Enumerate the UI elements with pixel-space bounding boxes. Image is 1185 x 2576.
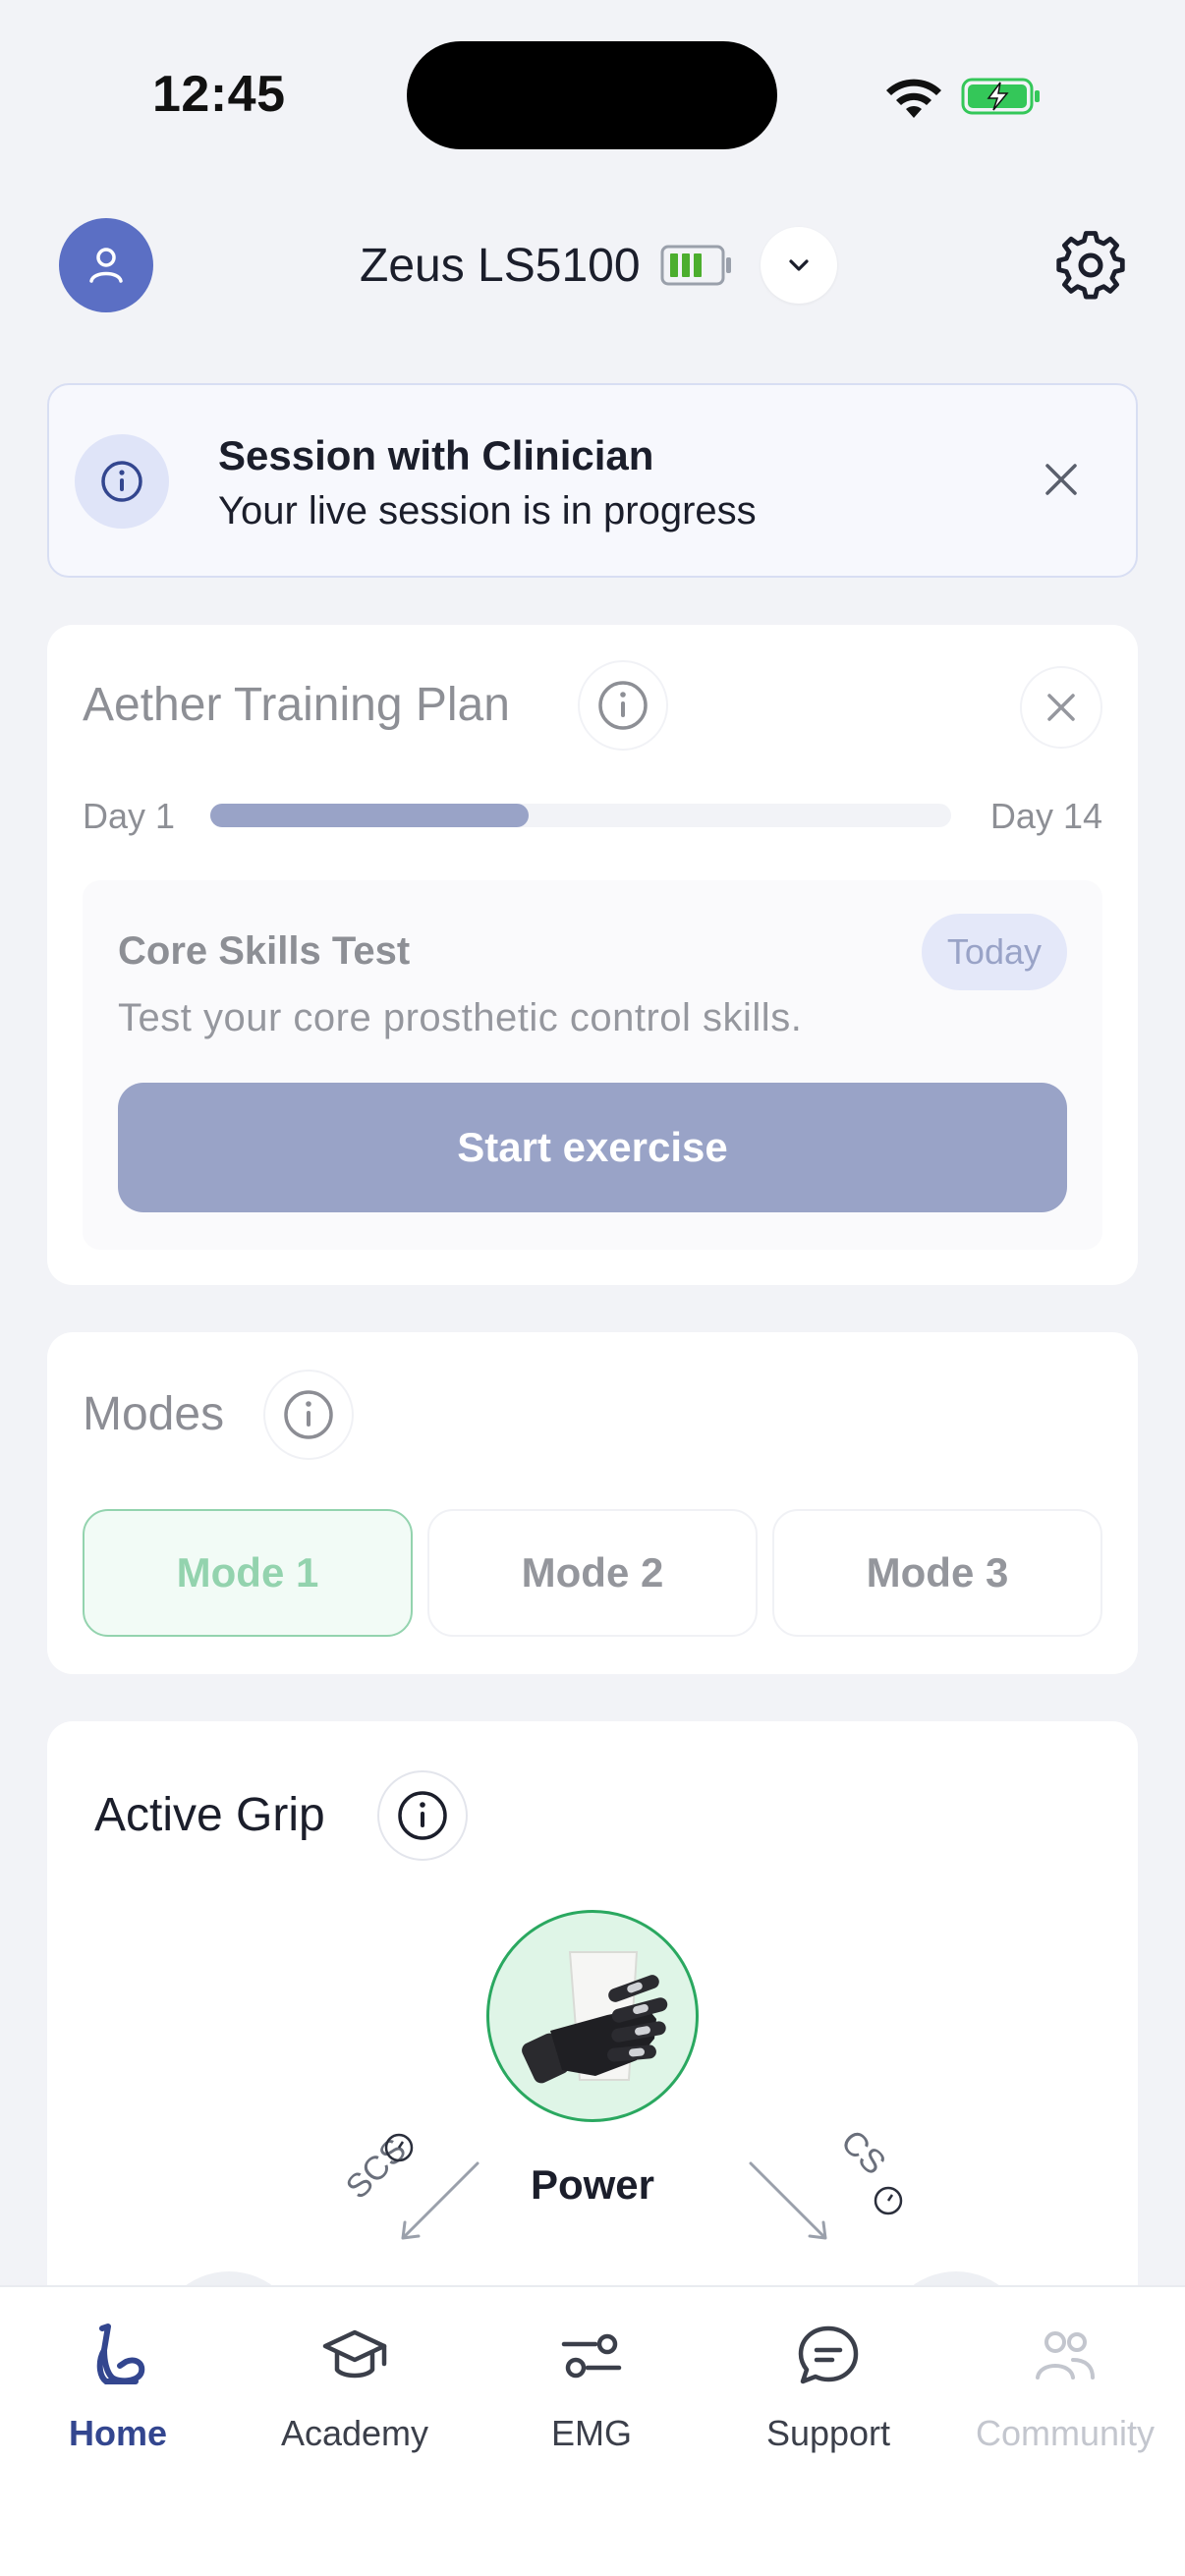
modes-info-button[interactable] — [263, 1370, 354, 1460]
training-plan-close-button[interactable] — [1020, 666, 1102, 749]
training-plan-card: Aether Training Plan Day 1 Day 14 Core S… — [47, 625, 1138, 1285]
exercise-card: Core Skills Test Today Test your core pr… — [83, 880, 1102, 1250]
day-start-label: Day 1 — [83, 796, 176, 836]
tab-home-label: Home — [68, 2413, 168, 2453]
battery-charging-icon — [961, 78, 1040, 115]
info-icon — [398, 1791, 447, 1840]
tab-academy[interactable]: Academy — [237, 2321, 473, 2468]
prosthetic-hand-icon — [522, 1951, 668, 2084]
tab-home[interactable]: Home — [0, 2321, 236, 2468]
graduation-cap-icon — [322, 2329, 387, 2379]
session-banner: Session with Clinician Your live session… — [47, 383, 1138, 578]
tab-emg[interactable]: EMG — [474, 2321, 709, 2468]
banner-subtitle: Your live session is in progress — [218, 489, 757, 532]
training-plan-info-button[interactable] — [578, 660, 668, 751]
device-battery-icon — [660, 245, 731, 286]
sliders-icon — [561, 2333, 622, 2379]
modes-title: Modes — [83, 1388, 225, 1440]
day-end-label: Day 14 — [989, 796, 1102, 836]
exercise-badge: Today — [921, 914, 1067, 990]
start-exercise-button[interactable]: Start exercise — [118, 1083, 1067, 1212]
chevron-down-icon — [788, 259, 809, 271]
training-progress-bar — [210, 804, 951, 827]
info-icon — [284, 1390, 333, 1439]
people-icon — [1036, 2331, 1095, 2380]
exercise-description: Test your core prosthetic control skills… — [118, 996, 803, 1039]
power-grip-image[interactable] — [486, 1910, 699, 2122]
dynamic-island — [407, 41, 777, 149]
user-icon — [89, 248, 123, 283]
active-grip-title: Active Grip — [94, 1789, 325, 1841]
active-grip-info-button[interactable] — [377, 1770, 468, 1861]
banner-close-button[interactable] — [1032, 450, 1091, 509]
banner-title: Session with Clinician — [218, 432, 654, 478]
device-name: Zeus LS5100 — [360, 239, 641, 292]
arm-icon — [96, 2324, 145, 2384]
status-time: 12:45 — [152, 66, 286, 123]
tab-community[interactable]: Community — [947, 2321, 1183, 2468]
device-dropdown-button[interactable] — [760, 227, 837, 304]
training-plan-title: Aether Training Plan — [83, 679, 510, 731]
tab-emg-label: EMG — [550, 2413, 632, 2453]
tab-academy-label: Academy — [280, 2413, 429, 2453]
modes-card: Modes Mode 1 Mode 2 Mode 3 — [47, 1332, 1138, 1674]
tab-support-label: Support — [765, 2413, 891, 2453]
wifi-icon — [886, 79, 941, 118]
active-grip-name: Power — [530, 2161, 655, 2208]
bottom-tab-bar: Home Academy EMG Support Community — [0, 2285, 1185, 2576]
profile-avatar-button[interactable] — [59, 218, 153, 312]
exercise-title: Core Skills Test — [118, 929, 411, 973]
close-icon — [1047, 694, 1075, 721]
training-progress-fill — [210, 804, 530, 827]
device-selector[interactable]: Zeus LS5100 — [360, 227, 837, 304]
info-icon — [75, 434, 169, 529]
tab-community-label: Community — [975, 2413, 1156, 2453]
chat-icon — [798, 2325, 859, 2384]
mode-2-button[interactable]: Mode 2 — [427, 1509, 758, 1637]
info-icon — [598, 681, 648, 730]
mode-3-button[interactable]: Mode 3 — [772, 1509, 1102, 1637]
mode-1-button[interactable]: Mode 1 — [83, 1509, 413, 1637]
tab-support[interactable]: Support — [710, 2321, 946, 2468]
gear-icon[interactable] — [1053, 228, 1128, 303]
close-icon — [1045, 464, 1077, 495]
